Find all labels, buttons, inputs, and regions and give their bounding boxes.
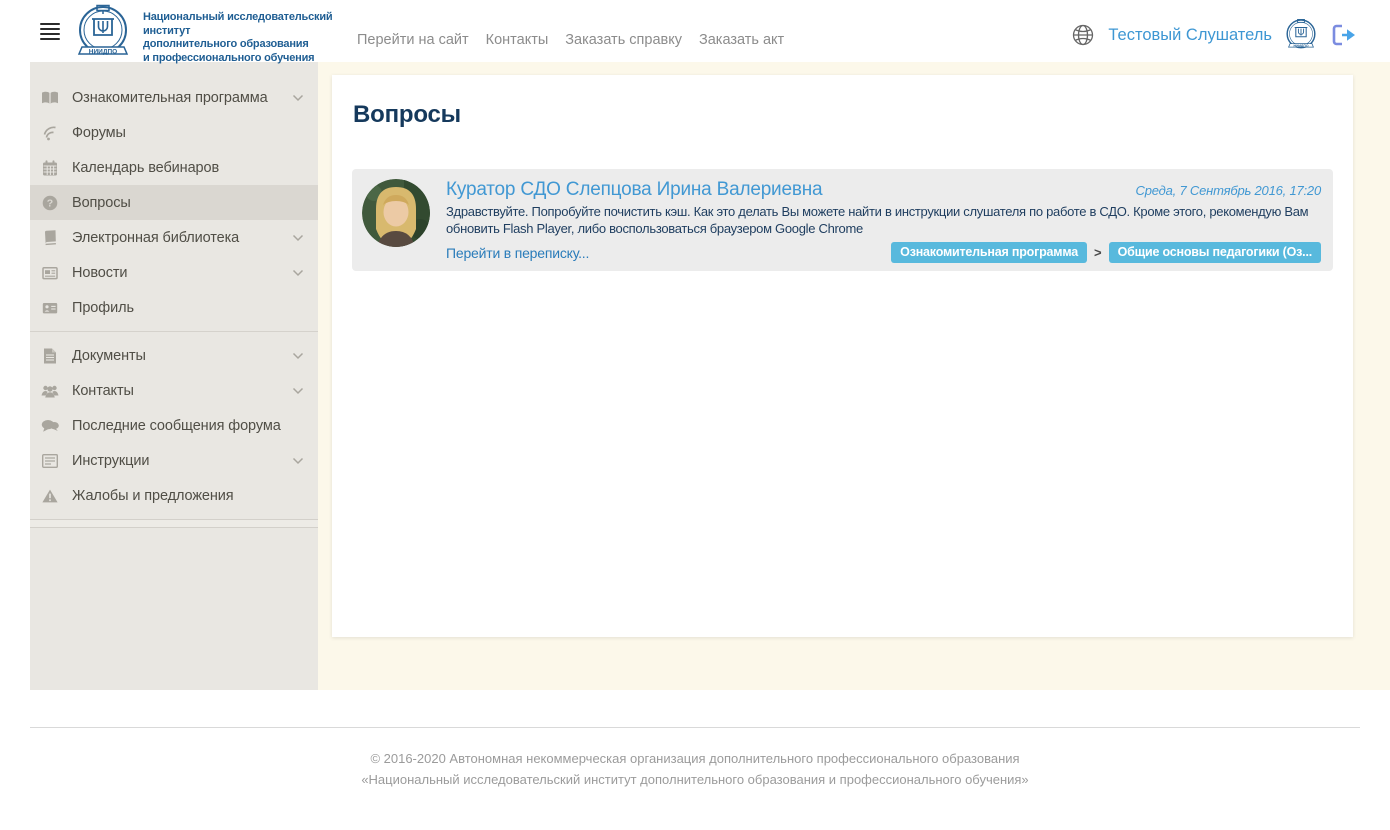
- sidebar-item-label: Новости: [72, 265, 127, 281]
- sidebar-item-label: Документы: [72, 348, 146, 364]
- question-message-card: Куратор СДО Слепцова Ирина Валериевна Ср…: [352, 169, 1333, 271]
- sidebar-item-profile[interactable]: Профиль: [30, 290, 318, 325]
- contacts-group-icon: [40, 383, 60, 399]
- news-icon: [40, 265, 60, 281]
- sidebar-item-label: Вопросы: [72, 195, 131, 211]
- top-header: НИИДПО Национальный исследовательский ин…: [0, 0, 1390, 62]
- chevron-down-icon: [292, 94, 304, 102]
- sidebar-item-instructions[interactable]: Инструкции: [30, 443, 318, 478]
- sidebar-item-latest-forum-posts[interactable]: Последние сообщения форума: [30, 408, 318, 443]
- nav-order-certificate[interactable]: Заказать справку: [565, 32, 682, 48]
- message-text: Здравствуйте. Попробуйте почистить кэш. …: [446, 204, 1321, 237]
- logout-icon[interactable]: [1332, 24, 1356, 46]
- footer-divider: [30, 727, 1360, 728]
- footer-line1: © 2016-2020 Автономная некоммерческая ор…: [0, 748, 1390, 769]
- logo-banner-text: НИИДПО: [89, 49, 117, 56]
- instructions-list-icon: [40, 453, 60, 469]
- institute-logo[interactable]: НИИДПО: [70, 4, 136, 60]
- document-icon: [40, 348, 60, 364]
- program-badge[interactable]: Ознакомительная программа: [891, 242, 1087, 263]
- page-title: Вопросы: [332, 75, 1353, 129]
- chevron-down-icon: [292, 457, 304, 465]
- nav-order-act[interactable]: Заказать акт: [699, 32, 784, 48]
- sidebar-item-contacts[interactable]: Контакты: [30, 373, 318, 408]
- sidebar-item-label: Последние сообщения форума: [72, 418, 281, 434]
- chevron-down-icon: [292, 387, 304, 395]
- badge-separator: >: [1094, 245, 1102, 260]
- go-to-conversation-link[interactable]: Перейти в переписку...: [446, 245, 589, 261]
- content-panel: Вопросы: [332, 75, 1353, 637]
- sidebar-item-e-library[interactable]: Электронная библиотека: [30, 220, 318, 255]
- warning-triangle-icon: [40, 488, 60, 504]
- chevron-down-icon: [292, 234, 304, 242]
- sidebar-item-questions[interactable]: ? Вопросы: [30, 185, 318, 220]
- calendar-icon: [40, 160, 60, 176]
- message-author-link[interactable]: Куратор СДО Слепцова Ирина Валериевна: [446, 179, 822, 201]
- chevron-down-icon: [292, 269, 304, 277]
- sidebar-item-intro-program[interactable]: Ознакомительная программа: [30, 80, 318, 115]
- user-name[interactable]: Тестовый Слушатель: [1108, 26, 1272, 45]
- nav-go-to-site[interactable]: Перейти на сайт: [357, 32, 469, 48]
- top-nav: Перейти на сайт Контакты Заказать справк…: [357, 32, 784, 48]
- chevron-down-icon: [292, 352, 304, 360]
- course-badge[interactable]: Общие основы педагогики (Оз...: [1109, 242, 1321, 263]
- language-globe-icon[interactable]: [1072, 24, 1094, 46]
- chat-bubbles-icon: [40, 418, 60, 434]
- sidebar-item-label: Жалобы и предложения: [72, 488, 234, 504]
- question-icon: ?: [40, 195, 60, 211]
- sidebar-item-label: Электронная библиотека: [72, 230, 239, 246]
- header-user-area: Тестовый Слушатель НИИДПО: [1072, 16, 1356, 54]
- message-body: Куратор СДО Слепцова Ирина Валериевна Ср…: [446, 179, 1321, 263]
- nav-contacts[interactable]: Контакты: [486, 32, 549, 48]
- user-avatar[interactable]: НИИДПО: [1282, 16, 1320, 54]
- sidebar-item-label: Календарь вебинаров: [72, 160, 219, 176]
- sidebar: Ознакомительная программа Форумы Календа…: [30, 62, 318, 690]
- sidebar-item-label: Ознакомительная программа: [72, 90, 268, 106]
- sidebar-item-label: Профиль: [72, 300, 134, 316]
- sidebar-divider: [30, 331, 318, 332]
- sidebar-item-documents[interactable]: Документы: [30, 338, 318, 373]
- message-date: Среда, 7 Сентябрь 2016, 17:20: [1136, 179, 1321, 198]
- forum-icon: [40, 125, 60, 141]
- sidebar-end-divider: [30, 519, 318, 528]
- menu-toggle-icon[interactable]: [40, 23, 60, 43]
- message-badges: Ознакомительная программа > Общие основы…: [891, 242, 1321, 263]
- profile-card-icon: [40, 300, 60, 316]
- sidebar-item-label: Контакты: [72, 383, 134, 399]
- sidebar-item-label: Инструкции: [72, 453, 149, 469]
- sidebar-item-complaints[interactable]: Жалобы и предложения: [30, 478, 318, 513]
- book-icon: [40, 90, 60, 106]
- sidebar-item-label: Форумы: [72, 125, 126, 141]
- sidebar-item-news[interactable]: Новости: [30, 255, 318, 290]
- footer-line2: «Национальный исследовательский институт…: [0, 769, 1390, 790]
- institute-name: Национальный исследовательский институт …: [143, 11, 343, 65]
- svg-text:?: ?: [47, 197, 53, 209]
- sidebar-item-forums[interactable]: Форумы: [30, 115, 318, 150]
- library-icon: [40, 230, 60, 246]
- main-background: Вопросы: [318, 62, 1390, 690]
- svg-text:НИИДПО: НИИДПО: [1293, 44, 1308, 48]
- curator-avatar: [362, 179, 430, 247]
- sidebar-item-webinar-calendar[interactable]: Календарь вебинаров: [30, 150, 318, 185]
- footer-copyright: © 2016-2020 Автономная некоммерческая ор…: [0, 748, 1390, 790]
